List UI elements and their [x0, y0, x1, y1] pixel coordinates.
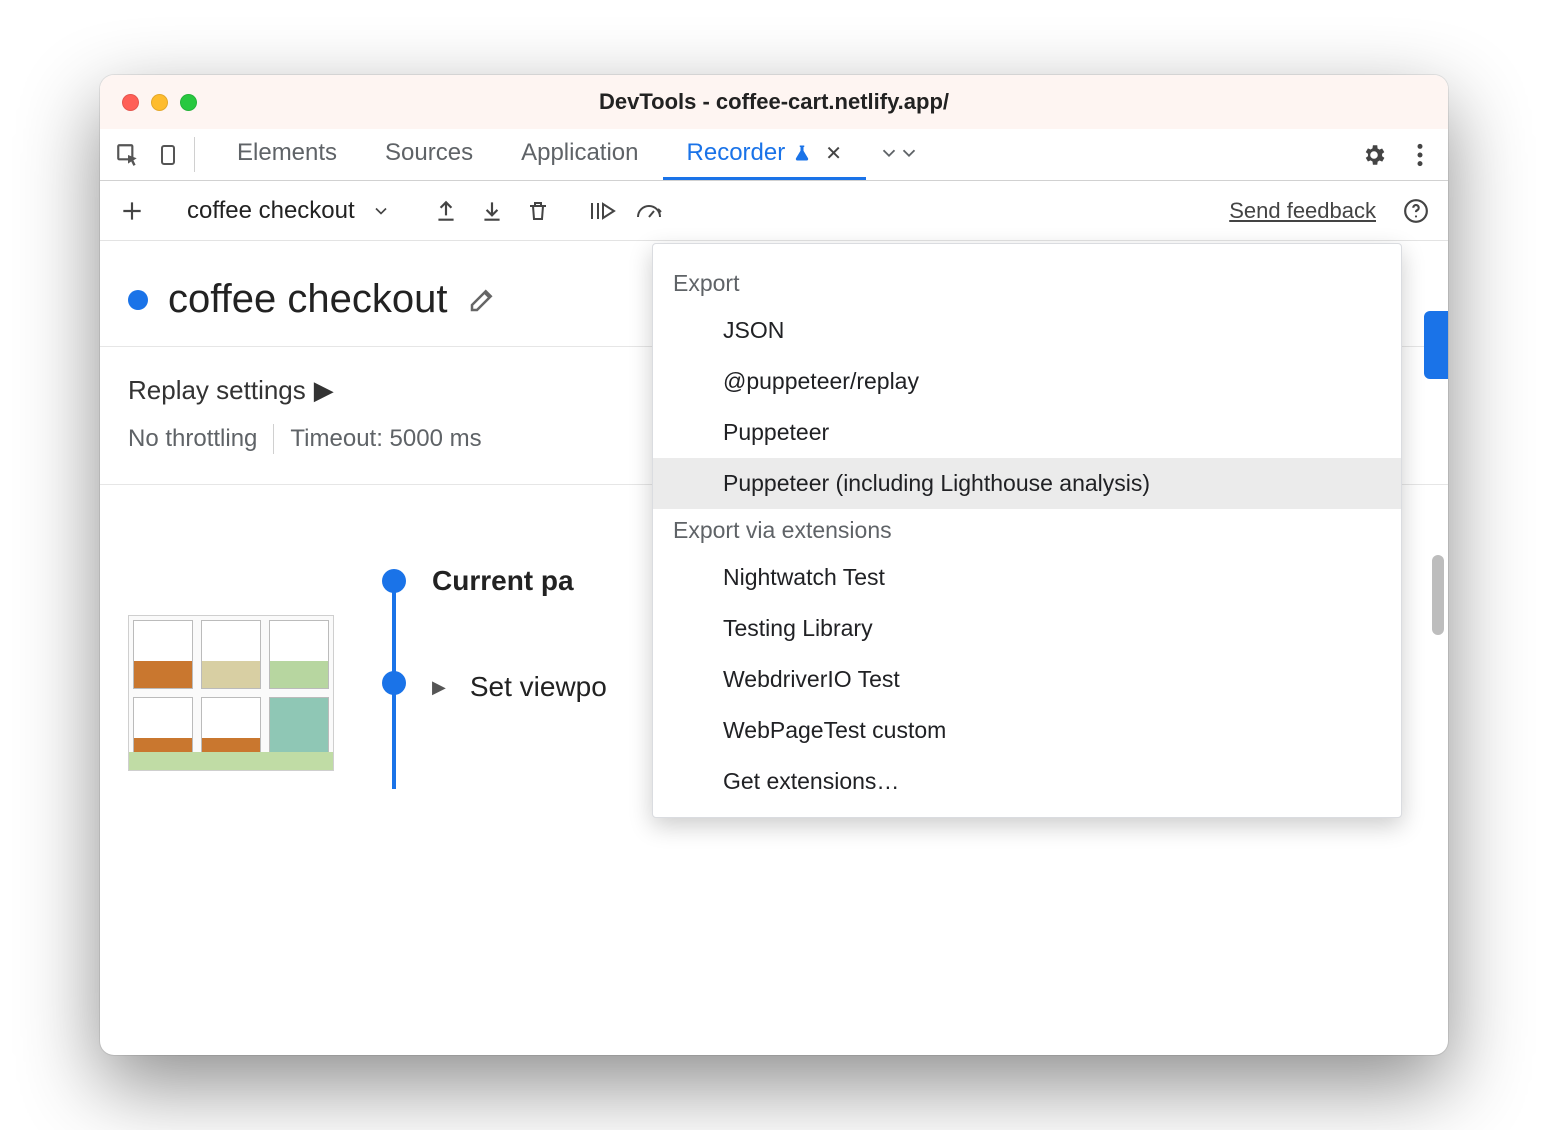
step-current-page-label: Current pa [432, 565, 574, 597]
fullscreen-window-button[interactable] [180, 94, 197, 111]
recording-select[interactable]: coffee checkout [177, 197, 401, 225]
export-item-testing-library[interactable]: Testing Library [653, 603, 1401, 654]
tab-application[interactable]: Application [497, 129, 662, 180]
timeline-dot [382, 671, 406, 695]
tab-elements[interactable]: Elements [213, 129, 361, 180]
tab-elements-label: Elements [237, 139, 337, 167]
more-tabs-button[interactable] [866, 129, 932, 180]
tab-sources[interactable]: Sources [361, 129, 497, 180]
devtools-tabs: Elements Sources Application Recorder ✕ [213, 129, 1354, 180]
tab-sources-label: Sources [385, 139, 473, 167]
devtools-window: DevTools - coffee-cart.netlify.app/ Elem… [100, 75, 1448, 1055]
tab-recorder[interactable]: Recorder ✕ [663, 129, 866, 180]
more-menu-icon[interactable] [1400, 142, 1440, 168]
export-icon[interactable] [426, 191, 466, 231]
export-item-puppeteer-lighthouse[interactable]: Puppeteer (including Lighthouse analysis… [653, 458, 1401, 509]
replay-settings-label: Replay settings [128, 375, 306, 406]
export-group-label: Export [653, 262, 1401, 305]
performance-icon[interactable] [629, 191, 669, 231]
new-recording-icon[interactable] [112, 191, 152, 231]
export-item-puppeteer[interactable]: Puppeteer [653, 407, 1401, 458]
minimize-window-button[interactable] [151, 94, 168, 111]
recording-name: coffee checkout [168, 277, 447, 322]
step-set-viewport-label: Set viewpo [470, 671, 607, 703]
device-toolbar-icon[interactable] [148, 129, 188, 180]
throttling-value: No throttling [128, 425, 257, 453]
divider [273, 424, 274, 454]
help-icon[interactable] [1396, 191, 1436, 231]
divider [194, 137, 195, 172]
recorder-toolbar: coffee checkout Send feedback [100, 181, 1448, 241]
replay-button[interactable] [1424, 311, 1448, 379]
chevron-down-icon [371, 201, 391, 221]
window-title: DevTools - coffee-cart.netlify.app/ [100, 89, 1448, 115]
export-item-json[interactable]: JSON [653, 305, 1401, 356]
active-recording-indicator [128, 290, 148, 310]
settings-gear-icon[interactable] [1354, 142, 1394, 168]
mac-titlebar: DevTools - coffee-cart.netlify.app/ [100, 75, 1448, 129]
tab-application-label: Application [521, 139, 638, 167]
close-window-button[interactable] [122, 94, 139, 111]
page-thumbnail [128, 615, 334, 771]
export-item-webpagetest[interactable]: WebPageTest custom [653, 705, 1401, 756]
export-item-get-extensions[interactable]: Get extensions… [653, 756, 1401, 807]
edit-name-icon[interactable] [467, 285, 497, 315]
scrollbar-thumb[interactable] [1432, 555, 1444, 635]
tab-recorder-label: Recorder [687, 139, 786, 167]
export-menu: Export JSON @puppeteer/replay Puppeteer … [652, 243, 1402, 818]
chevron-right-icon: ▶ [432, 677, 446, 698]
close-tab-icon[interactable]: ✕ [825, 141, 842, 166]
import-icon[interactable] [472, 191, 512, 231]
devtools-tabstrip: Elements Sources Application Recorder ✕ [100, 129, 1448, 181]
traffic-lights [100, 94, 197, 111]
send-feedback-link[interactable]: Send feedback [1229, 198, 1376, 224]
timeout-value: Timeout: 5000 ms [290, 425, 481, 453]
export-via-extensions-label: Export via extensions [653, 509, 1401, 552]
experiment-flask-icon [793, 144, 811, 162]
delete-icon[interactable] [518, 191, 558, 231]
export-item-nightwatch[interactable]: Nightwatch Test [653, 552, 1401, 603]
recording-select-label: coffee checkout [187, 197, 355, 225]
export-item-puppeteer-replay[interactable]: @puppeteer/replay [653, 356, 1401, 407]
chevron-right-icon: ▶ [314, 375, 334, 406]
step-play-icon[interactable] [583, 191, 623, 231]
inspect-icon[interactable] [108, 129, 148, 180]
export-item-webdriverio[interactable]: WebdriverIO Test [653, 654, 1401, 705]
